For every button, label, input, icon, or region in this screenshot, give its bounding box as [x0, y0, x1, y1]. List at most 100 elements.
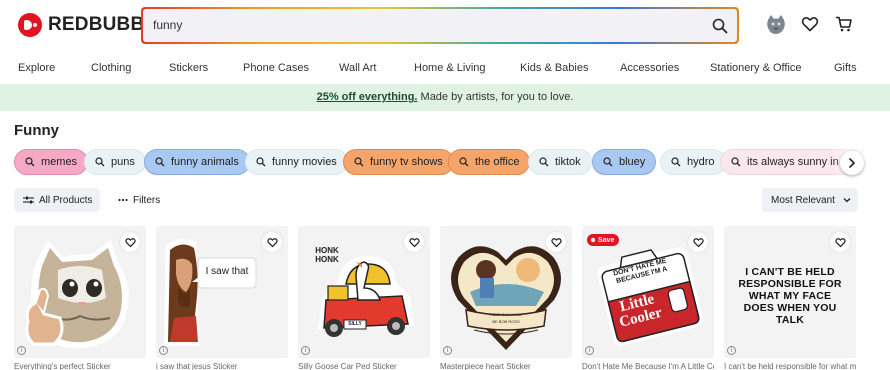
- product-caption[interactable]: I can't be held responsible for what my …: [724, 362, 856, 370]
- chip-the-office[interactable]: the office: [448, 149, 531, 175]
- promo-text: Made by artists, for you to love.: [417, 91, 574, 103]
- banner-text: KEEP CALM AND: [489, 312, 523, 317]
- favorite-button[interactable]: [404, 232, 424, 252]
- nav-home-living[interactable]: Home & Living: [414, 62, 486, 74]
- banner-text: BE BOB ROSS: [492, 319, 520, 324]
- chip-puns[interactable]: puns: [84, 149, 146, 175]
- plate-text: SILLY: [348, 321, 362, 327]
- product-caption[interactable]: Masterpiece heart Sticker: [440, 362, 572, 370]
- chip-label: puns: [111, 156, 135, 168]
- chip-hydro[interactable]: hydro: [660, 149, 726, 175]
- avatar[interactable]: [765, 13, 787, 35]
- chip-label: hydro: [687, 156, 715, 168]
- sticker-text: I saw that: [205, 266, 249, 277]
- all-products-label: All Products: [39, 194, 93, 206]
- logo-mark-icon: [18, 13, 42, 37]
- page-title: Funny: [14, 122, 59, 139]
- favorite-button[interactable]: [120, 232, 140, 252]
- nav-gifts[interactable]: Gifts: [834, 62, 857, 74]
- chips-next-button[interactable]: [840, 151, 864, 175]
- search-bar: funny: [141, 7, 739, 44]
- chevron-right-icon: [849, 158, 855, 168]
- nav-accessories[interactable]: Accessories: [620, 62, 679, 74]
- search-icon: [95, 157, 105, 167]
- search-icon: [256, 157, 266, 167]
- header-actions: [765, 13, 855, 35]
- chip-label: funny tv shows: [370, 156, 443, 168]
- search-icon: [603, 157, 613, 167]
- promo-link[interactable]: 25% off everything.: [317, 91, 418, 103]
- filters-button[interactable]: Filters: [112, 188, 160, 212]
- search-icon: [539, 157, 549, 167]
- info-icon[interactable]: i: [585, 346, 594, 355]
- info-icon[interactable]: i: [301, 346, 310, 355]
- chip-memes[interactable]: memes: [14, 149, 89, 175]
- info-icon[interactable]: i: [159, 346, 168, 355]
- nav-stickers[interactable]: Stickers: [169, 62, 208, 74]
- sort-label: Most Relevant: [771, 194, 835, 206]
- chip-funny-animals[interactable]: funny animals: [144, 149, 250, 175]
- category-nav: Explore Clothing Stickers Phone Cases Wa…: [0, 56, 890, 80]
- search-icon: [671, 157, 681, 167]
- save-label: Save: [598, 236, 615, 244]
- all-products-button[interactable]: All Products: [14, 188, 100, 212]
- nav-phone-cases[interactable]: Phone Cases: [243, 62, 309, 74]
- info-icon[interactable]: i: [727, 346, 736, 355]
- heart-icon: [692, 237, 704, 247]
- search-value[interactable]: funny: [153, 18, 182, 32]
- product-caption[interactable]: i saw that jesus Sticker: [156, 362, 288, 370]
- chip-label: tiktok: [555, 156, 581, 168]
- related-search-chips: memes puns funny animals funny movies fu…: [14, 149, 864, 175]
- product-caption[interactable]: Silly Goose Car Ped Sticker: [298, 362, 430, 370]
- search-button[interactable]: [706, 12, 733, 39]
- heart-icon: [834, 237, 846, 247]
- search-icon: [712, 18, 727, 33]
- nav-explore[interactable]: Explore: [18, 62, 55, 74]
- product-caption[interactable]: Everything's perfect Sticker: [14, 362, 146, 370]
- search-icon: [354, 157, 364, 167]
- favorite-button[interactable]: [688, 232, 708, 252]
- heart-icon: [550, 237, 562, 247]
- product-card[interactable]: I saw that i: [156, 226, 288, 358]
- heart-icon: [801, 17, 819, 32]
- chip-funny-tv-shows[interactable]: funny tv shows: [343, 149, 454, 175]
- nav-stationery-office[interactable]: Stationery & Office: [710, 62, 802, 74]
- info-icon[interactable]: i: [17, 346, 26, 355]
- search-icon: [459, 157, 469, 167]
- heart-icon: [266, 237, 278, 247]
- favorite-button[interactable]: [830, 232, 850, 252]
- wishlist-button[interactable]: [799, 13, 821, 35]
- chip-funny-movies[interactable]: funny movies: [245, 149, 348, 175]
- search-icon: [155, 157, 165, 167]
- filters-label: Filters: [133, 194, 161, 206]
- chip-label: bluey: [619, 156, 646, 168]
- product-card[interactable]: HONK HONK SILLY i: [298, 226, 430, 358]
- product-card[interactable]: I CAN'T BE HELD RESPONSIBLE FOR WHAT MY …: [724, 226, 856, 358]
- chevron-down-icon: [843, 198, 851, 203]
- product-caption[interactable]: Don't Hate Me Because I'm A Little Coole…: [582, 362, 714, 370]
- cart-button[interactable]: [833, 13, 855, 35]
- favorite-button[interactable]: [546, 232, 566, 252]
- favorite-button[interactable]: [262, 232, 282, 252]
- chip-bluey[interactable]: bluey: [592, 149, 657, 175]
- tag-icon: [590, 237, 596, 243]
- promo-banner: 25% off everything. Made by artists, for…: [0, 84, 890, 111]
- sort-dropdown[interactable]: Most Relevant: [762, 188, 858, 212]
- nav-wall-art[interactable]: Wall Art: [339, 62, 377, 74]
- search-input[interactable]: funny: [143, 9, 737, 42]
- sticker-text: I CAN'T BE HELD RESPONSIBLE FOR WHAT MY …: [738, 266, 842, 326]
- chip-tiktok[interactable]: tiktok: [528, 149, 592, 175]
- sliders-icon: [23, 196, 34, 204]
- heart-icon: [408, 237, 420, 247]
- nav-kids-babies[interactable]: Kids & Babies: [520, 62, 588, 74]
- product-card[interactable]: i: [14, 226, 146, 358]
- chip-label: funny movies: [272, 156, 337, 168]
- product-card[interactable]: DON'T HATE ME BECAUSE I'M A Little Coole…: [582, 226, 714, 358]
- chip-label: the office: [475, 156, 520, 168]
- nav-clothing[interactable]: Clothing: [91, 62, 131, 74]
- info-icon[interactable]: i: [443, 346, 452, 355]
- chip-label: funny animals: [171, 156, 239, 168]
- more-dots-icon: [118, 198, 128, 202]
- heart-icon: [124, 237, 136, 247]
- product-card[interactable]: KEEP CALM AND BE BOB ROSS i: [440, 226, 572, 358]
